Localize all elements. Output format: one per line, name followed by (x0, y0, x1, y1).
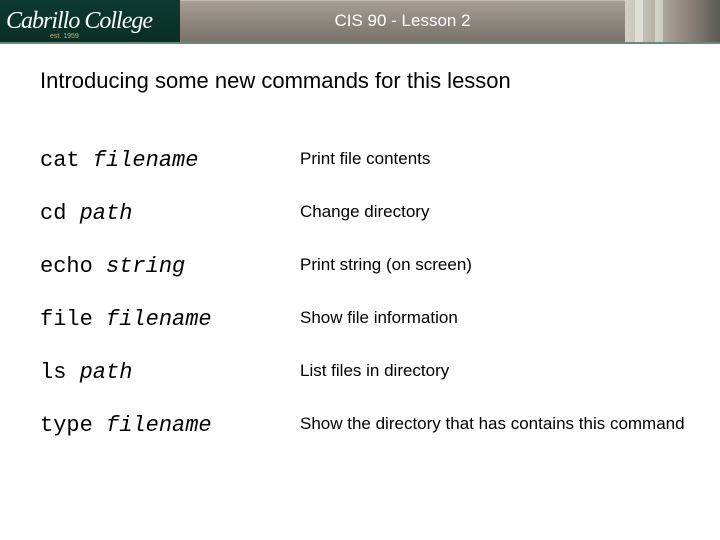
command-arg: filename (93, 148, 199, 173)
college-logo-text: Cabrillo College (6, 8, 152, 35)
command-cell: type filename (40, 399, 300, 452)
command-cell: cd path (40, 187, 300, 240)
header-bar: Cabrillo College est. 1959 CIS 90 - Less… (0, 0, 720, 42)
command-cell: file filename (40, 293, 300, 346)
slide-title: CIS 90 - Lesson 2 (334, 11, 470, 31)
command-table: cat filename Print file contents cd path… (40, 134, 690, 452)
command-name: file (40, 307, 93, 332)
description-cell: Print string (on screen) (300, 240, 690, 293)
description-cell: Show file information (300, 293, 690, 346)
description-cell: Print file contents (300, 134, 690, 187)
slide-content: Introducing some new commands for this l… (0, 44, 720, 472)
command-arg: string (106, 254, 185, 279)
table-row: type filename Show the directory that ha… (40, 399, 690, 452)
logo-section: Cabrillo College est. 1959 (0, 0, 180, 42)
command-arg: path (80, 360, 133, 385)
command-name: type (40, 413, 93, 438)
command-cell: cat filename (40, 134, 300, 187)
intro-heading: Introducing some new commands for this l… (40, 68, 690, 94)
command-name: cat (40, 148, 80, 173)
command-name: ls (40, 360, 66, 385)
table-row: ls path List files in directory (40, 346, 690, 399)
table-row: echo string Print string (on screen) (40, 240, 690, 293)
header-photo (625, 0, 720, 42)
command-name: cd (40, 201, 66, 226)
command-arg: filename (106, 307, 212, 332)
title-section: CIS 90 - Lesson 2 (180, 0, 625, 42)
college-logo-est: est. 1959 (50, 33, 79, 40)
table-row: file filename Show file information (40, 293, 690, 346)
command-cell: echo string (40, 240, 300, 293)
description-cell: List files in directory (300, 346, 690, 399)
command-cell: ls path (40, 346, 300, 399)
command-arg: path (80, 201, 133, 226)
table-row: cd path Change directory (40, 187, 690, 240)
table-row: cat filename Print file contents (40, 134, 690, 187)
command-arg: filename (106, 413, 212, 438)
description-cell: Show the directory that has contains thi… (300, 399, 690, 452)
description-cell: Change directory (300, 187, 690, 240)
command-name: echo (40, 254, 93, 279)
